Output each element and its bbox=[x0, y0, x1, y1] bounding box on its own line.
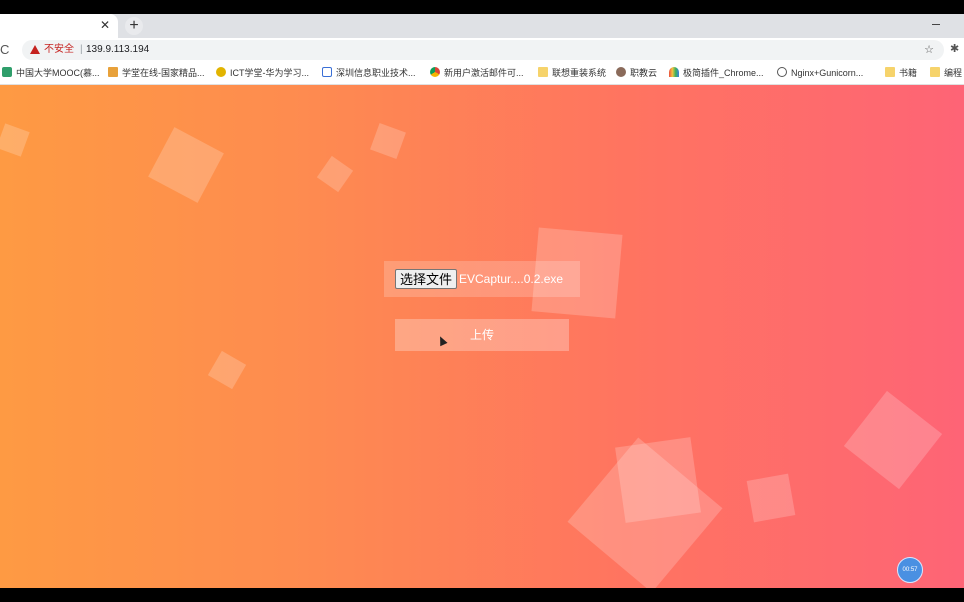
globe-icon bbox=[777, 67, 787, 77]
screen-frame: ✕ + C 不安全 | 139.9.113.194 ☆ ✱ 中国大学MOOC(慕… bbox=[0, 0, 964, 602]
choose-file-button[interactable]: 选择文件 bbox=[395, 269, 458, 289]
reload-icon[interactable]: C bbox=[0, 42, 14, 58]
decor-square bbox=[843, 390, 943, 490]
new-tab-button[interactable]: + bbox=[125, 17, 143, 35]
decor-square bbox=[370, 123, 406, 159]
bookmark-label: Nginx+Gunicorn... bbox=[791, 68, 864, 78]
bookmark-item[interactable]: 极简插件_Chrome... bbox=[669, 65, 764, 81]
bookmark-item[interactable]: 职教云 bbox=[616, 65, 657, 81]
security-warning[interactable]: 不安全 bbox=[44, 43, 74, 57]
decor-square bbox=[746, 473, 796, 523]
bookmark-label: 极简插件_Chrome... bbox=[683, 68, 764, 78]
bookmark-item[interactable]: 联想重装系统 bbox=[538, 65, 606, 81]
decor-square bbox=[316, 155, 354, 193]
bookmark-label: 深圳信息职业技术... bbox=[336, 68, 416, 78]
bookmark-label: ICT学堂-华为学习... bbox=[230, 68, 309, 78]
mooc-icon bbox=[2, 67, 12, 77]
browser-window: ✕ + C 不安全 | 139.9.113.194 ☆ ✱ 中国大学MOOC(慕… bbox=[0, 14, 964, 588]
chrome-icon bbox=[430, 67, 440, 77]
recorder-timer[interactable]: 00:57 bbox=[897, 557, 923, 583]
school-icon bbox=[322, 67, 332, 77]
bookmark-item[interactable]: 新用户激活邮件可... bbox=[430, 65, 524, 81]
url-text[interactable]: 139.9.113.194 bbox=[86, 43, 149, 57]
bookmark-item[interactable]: ICT学堂-华为学习... bbox=[216, 65, 309, 81]
bookmark-item[interactable]: 学堂在线-国家精品... bbox=[108, 65, 205, 81]
warning-icon bbox=[30, 45, 40, 54]
bookmark-item[interactable]: 深圳信息职业技术... bbox=[322, 65, 416, 81]
bookmarks-bar: 中国大学MOOC(慕... 学堂在线-国家精品... ICT学堂-华为学习...… bbox=[0, 62, 964, 85]
bookmark-label: 书籍 bbox=[899, 68, 918, 78]
upload-page: 选择文件 EVCaptur....0.2.exe 上传 00:57 bbox=[0, 85, 964, 588]
decor-square bbox=[148, 127, 224, 203]
folder-icon bbox=[885, 67, 895, 77]
upload-button[interactable]: 上传 bbox=[395, 319, 569, 351]
bookmark-label: 编程 bbox=[944, 68, 963, 78]
bookmark-label: 中国大学MOOC(慕... bbox=[16, 68, 100, 78]
file-input[interactable]: 选择文件 EVCaptur....0.2.exe bbox=[384, 261, 580, 297]
tab-strip: ✕ + bbox=[0, 14, 964, 38]
bookmark-star-icon[interactable]: ☆ bbox=[924, 42, 934, 58]
address-bar[interactable]: 不安全 | 139.9.113.194 ☆ bbox=[22, 40, 944, 60]
ict-icon bbox=[216, 67, 226, 77]
close-tab-icon[interactable]: ✕ bbox=[98, 18, 112, 32]
selected-file-name: EVCaptur....0.2.exe bbox=[459, 272, 564, 286]
decor-square bbox=[0, 123, 30, 157]
bookmark-item[interactable]: Nginx+Gunicorn... bbox=[777, 65, 863, 81]
bookmark-item[interactable]: 中国大学MOOC(慕... bbox=[2, 65, 100, 81]
folder-icon bbox=[538, 67, 548, 77]
bookmark-item[interactable]: 书籍 bbox=[885, 65, 917, 81]
bookmark-item[interactable]: 编程 bbox=[930, 65, 962, 81]
xuetang-icon bbox=[108, 67, 118, 77]
minimize-icon[interactable] bbox=[930, 16, 944, 30]
bookmark-label: 新用户激活邮件可... bbox=[444, 68, 524, 78]
bookmark-label: 学堂在线-国家精品... bbox=[122, 68, 205, 78]
url-separator: | bbox=[80, 44, 83, 55]
rainbow-icon bbox=[669, 67, 679, 77]
decor-square bbox=[207, 350, 247, 390]
extensions-icon[interactable]: ✱ bbox=[950, 41, 962, 55]
active-tab[interactable]: ✕ bbox=[0, 14, 118, 38]
folder-icon bbox=[930, 67, 940, 77]
bookmark-label: 联想重装系统 bbox=[552, 68, 607, 78]
decor-square bbox=[615, 437, 701, 523]
toolbar: C 不安全 | 139.9.113.194 ☆ ✱ bbox=[0, 38, 964, 62]
cloud-icon bbox=[616, 67, 626, 77]
bookmark-label: 职教云 bbox=[630, 68, 658, 78]
